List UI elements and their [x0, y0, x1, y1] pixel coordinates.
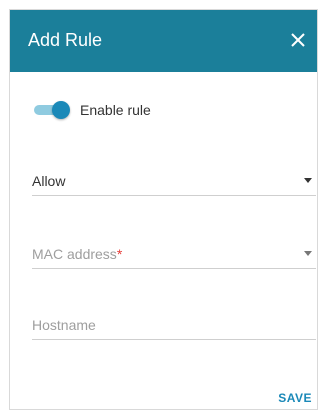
dialog-header: Add Rule [10, 10, 317, 72]
close-icon[interactable] [287, 29, 309, 51]
chevron-down-icon [304, 178, 312, 183]
mac-address-placeholder: MAC address* [32, 246, 123, 262]
add-rule-dialog: Add Rule Enable rule Allow MAC address* … [9, 9, 318, 410]
enable-rule-toggle[interactable] [32, 101, 70, 119]
hostname-placeholder: Hostname [32, 317, 96, 333]
required-mark: * [116, 246, 123, 262]
save-button[interactable]: SAVE [278, 391, 312, 405]
action-select-value: Allow [32, 173, 66, 189]
mac-address-field[interactable]: MAC address* [32, 242, 316, 269]
chevron-down-icon [304, 251, 312, 256]
toggle-knob [52, 101, 70, 119]
enable-rule-label: Enable rule [80, 102, 151, 118]
hostname-field[interactable]: Hostname [32, 313, 316, 340]
dialog-title: Add Rule [28, 30, 103, 50]
action-select[interactable]: Allow [32, 169, 316, 196]
enable-rule-row: Enable rule [32, 101, 151, 119]
